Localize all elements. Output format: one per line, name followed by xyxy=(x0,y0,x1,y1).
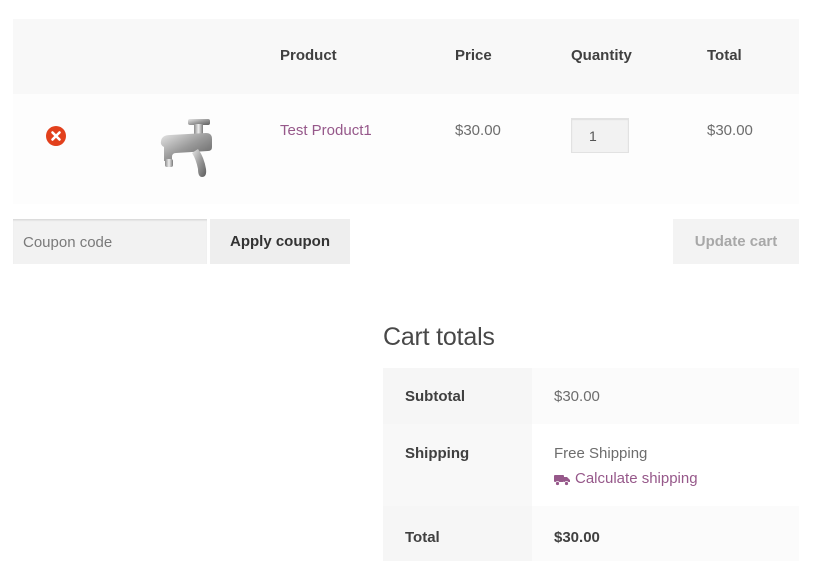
apply-coupon-button[interactable]: Apply coupon xyxy=(210,219,350,264)
subtotal-label: Subtotal xyxy=(383,368,532,424)
quantity-input[interactable] xyxy=(571,118,629,153)
remove-item-icon[interactable] xyxy=(46,126,66,146)
order-total-row: Total $30.00 xyxy=(383,506,799,561)
cart-totals-table: Subtotal $30.00 Shipping Free Shipping C… xyxy=(383,368,799,561)
subtotal-value: $30.00 xyxy=(532,368,799,424)
cart-table-header: Product Price Quantity Total xyxy=(13,19,799,94)
column-header-total: Total xyxy=(707,47,742,64)
shipping-label: Shipping xyxy=(383,424,532,506)
product-price: $30.00 xyxy=(455,122,501,139)
column-header-product: Product xyxy=(280,47,337,64)
order-total-label: Total xyxy=(383,506,532,561)
product-name-link[interactable]: Test Product1 xyxy=(280,122,372,139)
cart-table: Product Price Quantity Total Test Produc… xyxy=(13,19,799,204)
update-cart-button[interactable]: Update cart xyxy=(673,219,799,264)
cart-item-row: Test Product1 $30.00 $30.00 xyxy=(13,94,799,204)
truck-icon xyxy=(554,473,570,486)
calculate-shipping-link[interactable]: Calculate shipping xyxy=(554,470,799,487)
subtotal-row: Subtotal $30.00 xyxy=(383,368,799,424)
order-total-value: $30.00 xyxy=(532,506,799,561)
shipping-row: Shipping Free Shipping Calculate shippin… xyxy=(383,424,799,506)
cart-totals-heading: Cart totals xyxy=(383,323,495,351)
calculate-shipping-label: Calculate shipping xyxy=(575,470,698,487)
coupon-code-input[interactable] xyxy=(13,219,207,264)
product-thumbnail[interactable] xyxy=(158,117,218,179)
shipping-cell: Free Shipping Calculate shipping xyxy=(532,424,799,506)
line-total: $30.00 xyxy=(707,122,753,139)
column-header-price: Price xyxy=(455,47,492,64)
column-header-quantity: Quantity xyxy=(571,47,632,64)
shipping-method: Free Shipping xyxy=(554,445,648,462)
